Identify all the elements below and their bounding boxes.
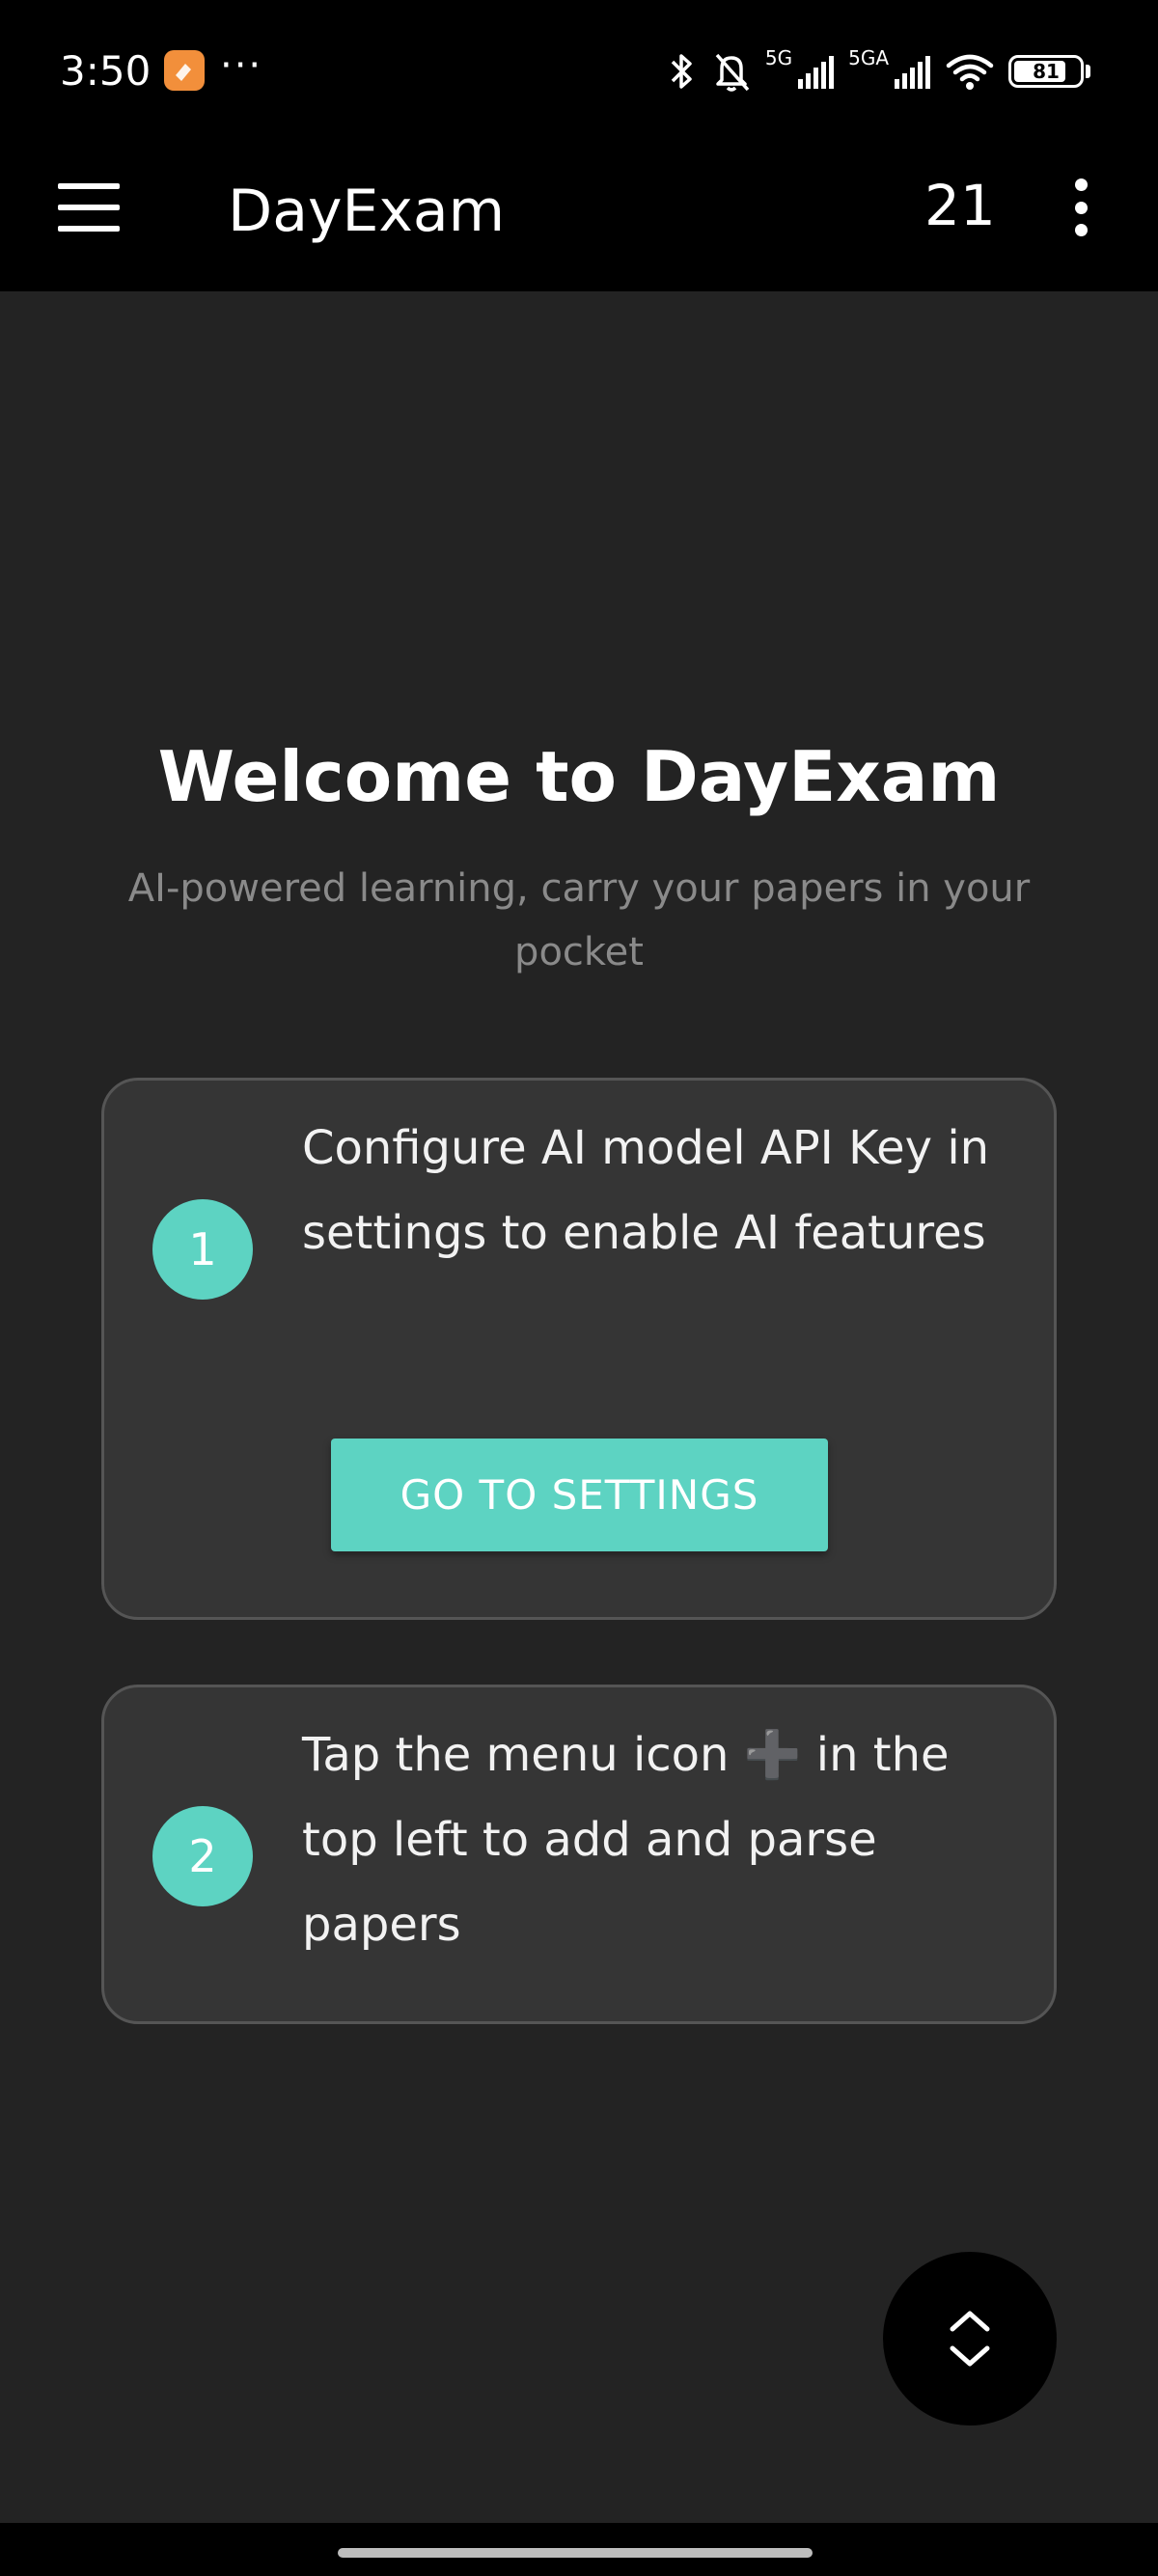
hamburger-menu-icon[interactable] <box>58 183 120 232</box>
scroll-up-down-icon <box>950 2311 990 2367</box>
wifi-icon <box>946 54 994 90</box>
step-card-1: 1 Configure AI model API Key in settings… <box>101 1078 1057 1620</box>
more-notifications-icon: ··· <box>220 43 263 88</box>
step-text: Configure AI model API Key in settings t… <box>302 1121 990 1260</box>
network-label-5g: 5G <box>764 46 793 69</box>
welcome-title: Welcome to DayExam <box>157 736 1001 817</box>
app-title: DayExam <box>228 178 506 245</box>
system-nav-bar <box>0 2523 1158 2576</box>
status-bar: 3:50 ··· 5G 5GA 81 <box>0 0 1158 140</box>
go-to-settings-button[interactable]: GO TO SETTINGS <box>331 1439 828 1551</box>
network-label-5ga: 5GA <box>848 46 889 69</box>
notification-app-icon <box>164 50 205 91</box>
battery-icon: 81 <box>1008 55 1084 88</box>
signal-icon <box>798 56 835 89</box>
home-indicator[interactable] <box>338 2548 813 2558</box>
welcome-subtitle: AI-powered learning, carry your papers i… <box>127 866 1031 974</box>
bluetooth-icon <box>671 54 692 89</box>
signal-icon <box>895 56 930 89</box>
status-icons: 5G 5GA 81 <box>665 42 1090 100</box>
status-time: 3:50 <box>60 47 152 95</box>
step-text: Tap the menu icon ➕ in the top left to a… <box>302 1728 950 1952</box>
bell-off-icon <box>715 53 750 92</box>
scroll-toggle-button[interactable] <box>883 2252 1057 2425</box>
battery-tip <box>1086 65 1090 78</box>
more-vertical-icon[interactable] <box>1065 178 1096 236</box>
step-number-badge: 1 <box>152 1199 253 1300</box>
battery-level: 81 <box>1033 60 1060 83</box>
paper-count[interactable]: 21 <box>924 169 996 242</box>
app-bar: DayExam 21 <box>0 140 1158 291</box>
step-number-badge: 2 <box>152 1806 253 1906</box>
step-card-2: 2 Tap the menu icon ➕ in the top left to… <box>101 1685 1057 2024</box>
